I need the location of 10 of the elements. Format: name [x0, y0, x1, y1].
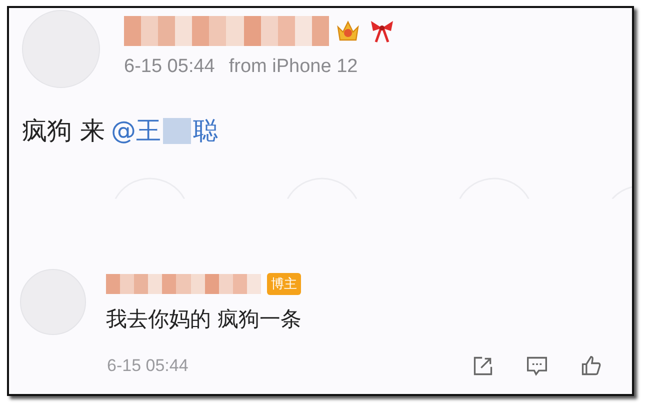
post-source: from iPhone 12 — [228, 56, 358, 78]
comment-icon[interactable] — [526, 355, 548, 377]
thumbs-up-icon[interactable] — [580, 355, 602, 377]
share-icon[interactable] — [472, 355, 494, 377]
post-time: 6-15 05:44 — [124, 56, 215, 78]
comment-text: 我去你妈的 疯狗一条 — [106, 306, 302, 333]
author-badge: 博主 — [267, 273, 301, 295]
post-text: 疯狗 来 — [22, 115, 105, 147]
mention-link[interactable]: @王 聪 — [110, 114, 218, 147]
comment-time: 6-15 05:44 — [107, 356, 190, 376]
